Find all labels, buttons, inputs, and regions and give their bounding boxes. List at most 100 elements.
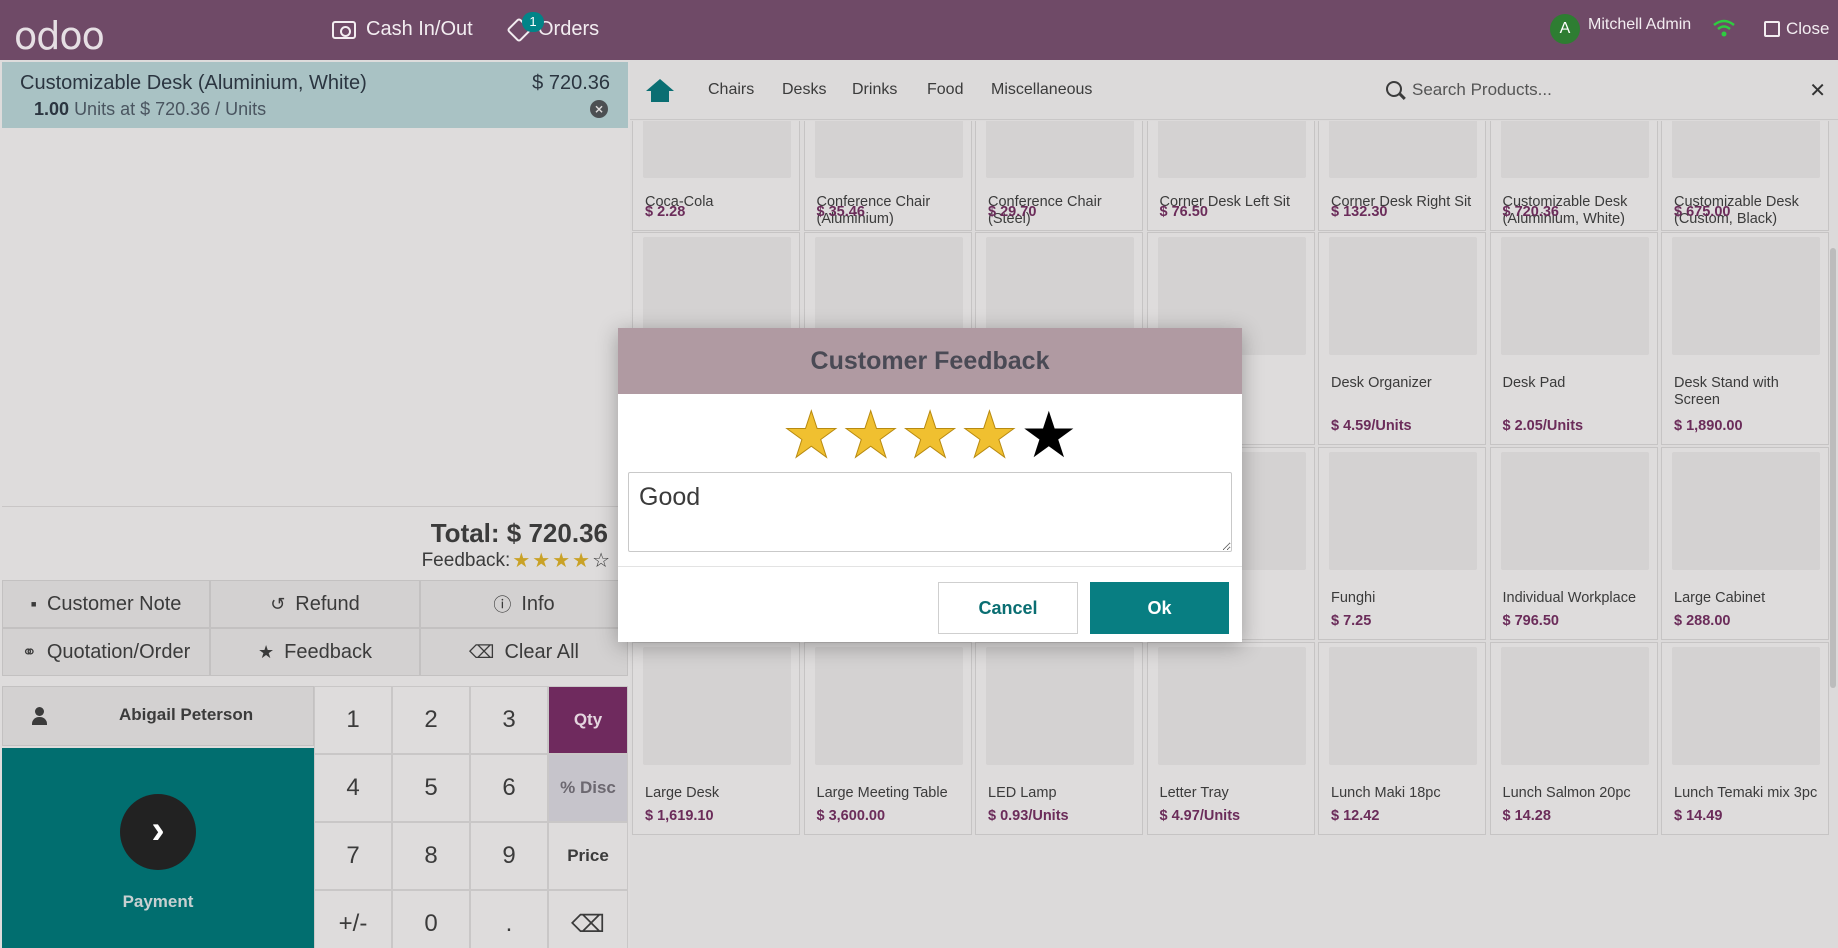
- product-card[interactable]: Large Meeting Table $ 3,600.00: [803, 642, 972, 835]
- product-card[interactable]: LED Lamp $ 0.93/Units: [975, 642, 1143, 835]
- category-chairs[interactable]: Chairs: [708, 81, 754, 99]
- search-icon: [1386, 81, 1402, 97]
- info-button[interactable]: ⓘ Info: [420, 580, 628, 628]
- star-icon[interactable]: ★: [841, 402, 899, 469]
- payment-label: Payment: [122, 892, 194, 911]
- customer-name: Abigail Peterson: [119, 705, 254, 724]
- product-card[interactable]: Conference Chair (Aluminium) $ 35.46: [803, 121, 972, 231]
- ok-button[interactable]: Ok: [1090, 582, 1229, 634]
- top-navbar: odoo Cash In/Out Orders 1 A Mitchell Adm…: [0, 0, 1838, 60]
- remove-line-icon[interactable]: ⨯: [590, 100, 608, 118]
- numpad-key-plus-minus[interactable]: +/-: [314, 890, 392, 948]
- discount-mode-button[interactable]: % Disc: [548, 754, 628, 822]
- user-menu[interactable]: A Mitchell Admin: [1550, 14, 1691, 44]
- category-food[interactable]: Food: [927, 81, 963, 99]
- numpad-key-4[interactable]: 4: [314, 754, 392, 822]
- price-mode-button[interactable]: Price: [548, 822, 628, 890]
- customer-note-button[interactable]: ▪ Customer Note: [2, 580, 210, 628]
- quotation-order-button[interactable]: ⚭ Quotation/Order: [2, 628, 210, 676]
- customer-button[interactable]: Abigail Peterson: [2, 686, 314, 746]
- numpad-key-2[interactable]: 2: [392, 686, 470, 754]
- product-card[interactable]: Lunch Maki 18pc $ 12.42: [1318, 642, 1486, 835]
- product-card[interactable]: Customizable Desk (Aluminium, White) $ 72…: [1489, 121, 1658, 231]
- numpad-key-0[interactable]: 0: [392, 890, 470, 948]
- product-image: [1672, 452, 1820, 570]
- numpad-key-3[interactable]: 3: [470, 686, 548, 754]
- product-image: [1329, 452, 1477, 570]
- product-card[interactable]: Desk Stand with Screen $ 1,890.00: [1661, 232, 1829, 445]
- product-card[interactable]: Corner Desk Right Sit $ 132.30: [1318, 121, 1486, 231]
- product-card[interactable]: Customizable Desk (Custom, Black) $ 675.0…: [1661, 121, 1829, 231]
- wifi-icon: [1713, 19, 1735, 37]
- order-total: Total: $ 720.36: [430, 518, 608, 548]
- numpad-key-5[interactable]: 5: [392, 754, 470, 822]
- product-card[interactable]: Conference Chair (Steel) $ 29.70: [975, 121, 1143, 231]
- order-line[interactable]: Customizable Desk (Aluminium, White) $ 7…: [2, 62, 628, 128]
- cancel-button[interactable]: Cancel: [938, 582, 1078, 634]
- product-image: [1500, 647, 1649, 765]
- numpad-area: Abigail Peterson › Payment 1 2 3 Qty 4 5…: [0, 686, 630, 948]
- feedback-button[interactable]: ★ Feedback: [210, 628, 420, 676]
- scrollbar[interactable]: [1830, 248, 1836, 688]
- product-image: [1329, 121, 1477, 178]
- category-miscellaneous[interactable]: Miscellaneous: [991, 81, 1092, 99]
- star-icon: ★: [258, 641, 275, 662]
- product-card[interactable]: Desk Pad $ 2.05/Units: [1489, 232, 1658, 445]
- category-drinks[interactable]: Drinks: [852, 81, 897, 99]
- product-image: [1157, 647, 1306, 765]
- star-icon[interactable]: ★: [782, 402, 840, 469]
- feedback-label: Feedback:: [421, 550, 511, 571]
- category-desks[interactable]: Desks: [782, 81, 826, 99]
- product-card[interactable]: Large Cabinet $ 288.00: [1661, 447, 1829, 640]
- chevron-right-icon: ›: [120, 794, 196, 870]
- qty-mode-button[interactable]: Qty: [548, 686, 628, 754]
- orders-count-badge: 1: [522, 12, 544, 32]
- star-icon[interactable]: ★: [901, 402, 959, 469]
- clear-all-button[interactable]: ⌫ Clear All: [420, 628, 628, 676]
- product-card[interactable]: Coca-Cola $ 2.28: [632, 121, 800, 231]
- product-name: Funghi: [1331, 590, 1376, 606]
- sign-out-icon: [1764, 21, 1780, 37]
- product-card[interactable]: Letter Tray $ 4.97/Units: [1146, 642, 1315, 835]
- feedback-textarea[interactable]: Good: [628, 472, 1232, 552]
- numpad-key-6[interactable]: 6: [470, 754, 548, 822]
- product-name: Large Desk: [645, 785, 720, 801]
- product-card[interactable]: Large Desk $ 1,619.10: [632, 642, 800, 835]
- numpad-key-dot[interactable]: .: [470, 890, 548, 948]
- numpad-key-1[interactable]: 1: [314, 686, 392, 754]
- category-bar: Chairs Desks Drinks Food Miscellaneous ✕: [630, 60, 1838, 120]
- product-card[interactable]: Corner Desk Left Sit $ 76.50: [1146, 121, 1315, 231]
- feedback-button-label: Feedback: [284, 640, 372, 663]
- numpad-key-8[interactable]: 8: [392, 822, 470, 890]
- star-icon[interactable]: ★: [960, 402, 1018, 469]
- close-label: Close: [1786, 19, 1830, 38]
- product-image: [986, 647, 1134, 765]
- product-card[interactable]: Lunch Temaki mix 3pc $ 14.49: [1661, 642, 1829, 835]
- product-name: Letter Tray: [1159, 785, 1229, 801]
- divider: [618, 566, 1242, 567]
- product-card[interactable]: Individual Workplace $ 796.50: [1489, 447, 1658, 640]
- product-image: [1500, 237, 1649, 355]
- home-icon[interactable]: [646, 79, 674, 103]
- cash-in-out-button[interactable]: Cash In/Out: [332, 18, 473, 41]
- backspace-icon[interactable]: ⌫: [548, 890, 628, 948]
- star-icon: ★: [552, 550, 571, 572]
- numpad-key-7[interactable]: 7: [314, 822, 392, 890]
- product-image: [814, 121, 963, 178]
- product-name: Lunch Salmon 20pc: [1502, 785, 1631, 801]
- close-icon[interactable]: ✕: [1809, 78, 1826, 103]
- product-card[interactable]: Desk Organizer $ 4.59/Units: [1318, 232, 1486, 445]
- star-icon[interactable]: ★: [1020, 402, 1077, 468]
- search-input[interactable]: [1412, 76, 1792, 104]
- close-button[interactable]: Close: [1764, 19, 1829, 39]
- payment-button[interactable]: › Payment: [2, 748, 314, 948]
- refund-label: Refund: [295, 592, 360, 615]
- info-icon: ⓘ: [493, 595, 512, 615]
- refund-button[interactable]: ↺ Refund: [210, 580, 420, 628]
- product-card[interactable]: Funghi $ 7.25: [1318, 447, 1486, 640]
- product-name: Large Meeting Table: [816, 785, 948, 801]
- product-image: [643, 647, 791, 765]
- numpad-key-9[interactable]: 9: [470, 822, 548, 890]
- product-name: Lunch Maki 18pc: [1331, 785, 1441, 801]
- product-card[interactable]: Lunch Salmon 20pc $ 14.28: [1489, 642, 1658, 835]
